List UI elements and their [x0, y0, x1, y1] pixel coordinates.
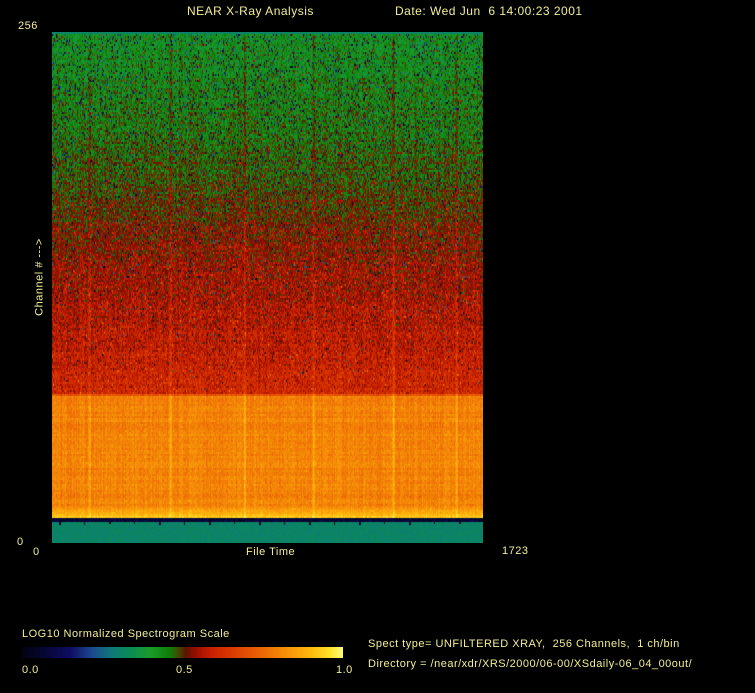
colorbar-label: LOG10 Normalized Spectrogram Scale [22, 628, 230, 640]
spectrogram-canvas [52, 32, 483, 543]
x-axis-title: File Time [246, 546, 296, 558]
x-axis-max-label: 1723 [502, 545, 529, 557]
x-axis-min-label: 0 [33, 546, 40, 558]
y-axis-title: Channel # ---> [33, 238, 46, 316]
directory-line: Directory = /near/xdr/XRS/2000/06-00/XSd… [368, 658, 693, 670]
colorbar-gradient [22, 647, 343, 658]
y-axis-max-label: 256 [18, 20, 38, 32]
spect-type-line: Spect type= UNFILTERED XRAY, 256 Channel… [368, 638, 680, 650]
colorbar-tick-1: 0.5 [176, 664, 193, 676]
app-window: NEAR X-Ray Analysis Date: Wed Jun 6 14:0… [0, 0, 755, 693]
y-axis-min-label: 0 [17, 536, 24, 548]
chart-title: NEAR X-Ray Analysis [187, 4, 314, 18]
date-label: Date: Wed Jun 6 14:00:23 2001 [395, 4, 583, 18]
colorbar-tick-0: 0.0 [22, 664, 39, 676]
colorbar-tick-2: 1.0 [336, 664, 353, 676]
